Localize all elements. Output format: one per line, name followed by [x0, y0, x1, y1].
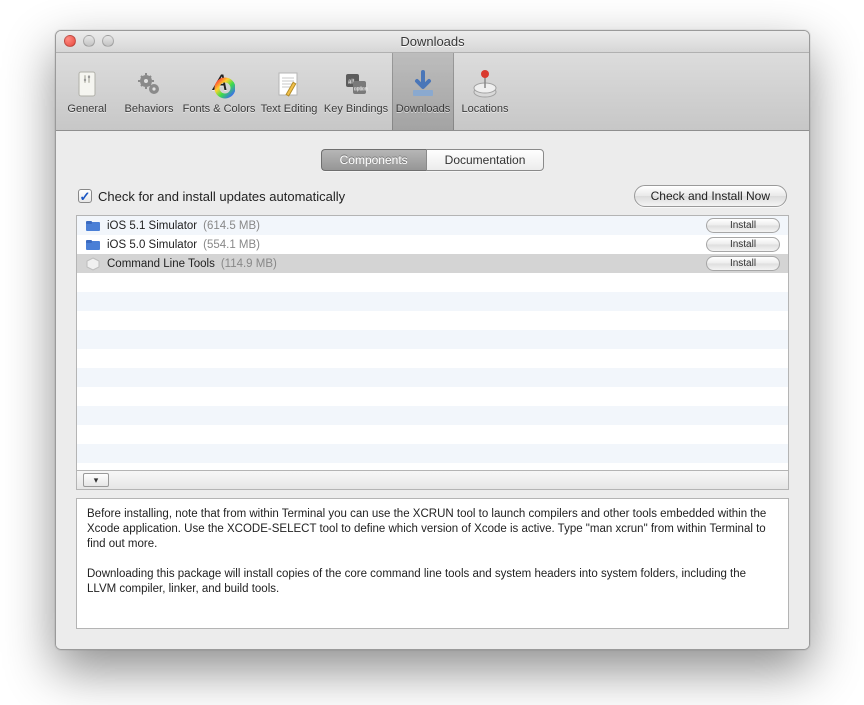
minimize-button[interactable] [83, 35, 95, 47]
close-button[interactable] [64, 35, 76, 47]
chevron-down-icon: ▾ [94, 475, 99, 486]
list-item[interactable]: Command Line Tools (114.9 MB) Install [77, 254, 788, 273]
gears-icon [133, 68, 165, 100]
tab-documentation[interactable]: Documentation [426, 149, 545, 171]
text-editing-icon [273, 68, 305, 100]
install-button[interactable]: Install [706, 218, 780, 233]
auto-update-checkbox[interactable]: ✓ Check for and install updates automati… [78, 189, 345, 204]
description-panel: Before installing, note that from within… [76, 498, 789, 629]
toolbar-text-editing[interactable]: Text Editing [258, 53, 320, 130]
list-item-empty [77, 387, 788, 406]
folder-icon [85, 218, 101, 234]
toolbar: General Behaviors A Fonts & Colors Text … [56, 53, 809, 131]
toolbar-label: Text Editing [261, 103, 318, 115]
toolbar-downloads[interactable]: Downloads [392, 53, 454, 130]
list-footer: ▾ [76, 471, 789, 490]
list-item-empty [77, 349, 788, 368]
component-size: (614.5 MB) [203, 220, 260, 232]
list-item-empty [77, 311, 788, 330]
locations-icon [469, 68, 501, 100]
switch-icon [71, 68, 103, 100]
toolbar-label: General [67, 103, 106, 115]
key-bindings-icon: altoption [340, 68, 372, 100]
install-button[interactable]: Install [706, 237, 780, 252]
toolbar-label: Locations [461, 103, 508, 115]
description-p2: Downloading this package will install co… [87, 567, 778, 597]
toolbar-label: Behaviors [125, 103, 174, 115]
toolbar-general[interactable]: General [56, 53, 118, 130]
window-title: Downloads [400, 34, 464, 49]
svg-text:option: option [354, 86, 368, 92]
tab-components[interactable]: Components [321, 149, 426, 171]
preferences-window: Downloads General Behaviors A Fonts & Co… [55, 30, 810, 650]
downloads-icon [407, 68, 439, 100]
toolbar-behaviors[interactable]: Behaviors [118, 53, 180, 130]
auto-update-label: Check for and install updates automatica… [98, 189, 345, 204]
toolbar-label: Key Bindings [324, 103, 388, 115]
list-item[interactable]: iOS 5.0 Simulator (554.1 MB) Install [77, 235, 788, 254]
traffic-lights [64, 35, 114, 47]
fonts-colors-icon: A [203, 68, 235, 100]
list-item-empty [77, 330, 788, 349]
check-install-now-button[interactable]: Check and Install Now [634, 185, 787, 207]
component-size: (554.1 MB) [203, 239, 260, 251]
package-icon [85, 256, 101, 272]
checkmark-icon: ✓ [78, 189, 92, 203]
content: Components Documentation ✓ Check for and… [56, 131, 809, 649]
action-menu-button[interactable]: ▾ [83, 473, 109, 487]
components-list: iOS 5.1 Simulator (614.5 MB) Install iOS… [76, 215, 789, 471]
list-item-empty [77, 292, 788, 311]
list-item[interactable]: iOS 5.1 Simulator (614.5 MB) Install [77, 216, 788, 235]
toolbar-key-bindings[interactable]: altoption Key Bindings [320, 53, 392, 130]
list-item-empty [77, 444, 788, 463]
toolbar-label: Downloads [396, 103, 450, 115]
toolbar-label: Fonts & Colors [183, 103, 256, 115]
folder-icon [85, 237, 101, 253]
component-name: iOS 5.1 Simulator [107, 220, 197, 232]
zoom-button[interactable] [102, 35, 114, 47]
list-item-empty [77, 425, 788, 444]
install-button[interactable]: Install [706, 256, 780, 271]
list-item-empty [77, 368, 788, 387]
component-name: iOS 5.0 Simulator [107, 239, 197, 251]
component-size: (114.9 MB) [221, 258, 277, 270]
list-item-empty [77, 463, 788, 471]
toolbar-locations[interactable]: Locations [454, 53, 516, 130]
component-name: Command Line Tools [107, 258, 215, 270]
toolbar-fonts-colors[interactable]: A Fonts & Colors [180, 53, 258, 130]
update-row: ✓ Check for and install updates automati… [76, 185, 789, 207]
description-p1: Before installing, note that from within… [87, 507, 778, 552]
segmented-control: Components Documentation [76, 149, 789, 171]
list-item-empty [77, 273, 788, 292]
list-item-empty [77, 406, 788, 425]
titlebar: Downloads [56, 31, 809, 53]
